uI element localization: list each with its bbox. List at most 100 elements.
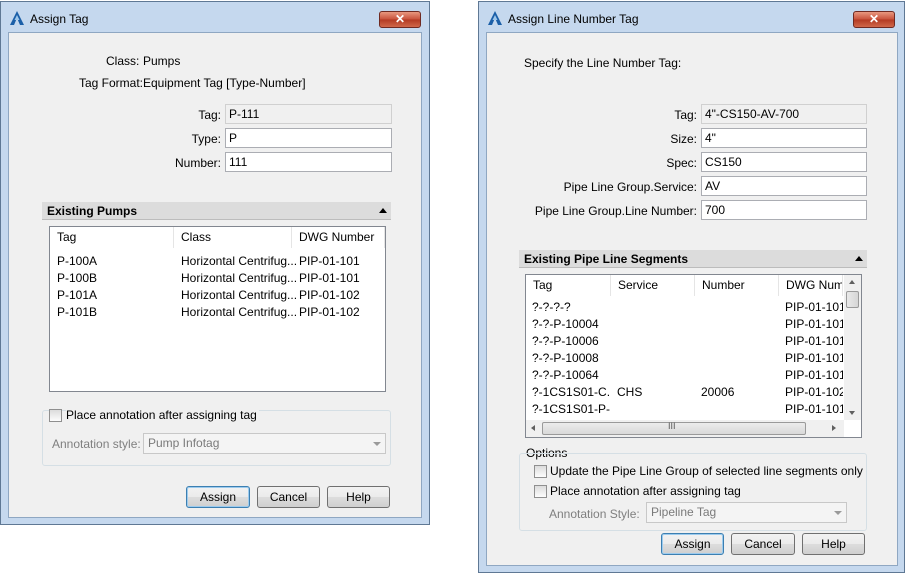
pumps-list[interactable]: Tag Class DWG Number P-100A Horizontal C…	[49, 226, 386, 392]
cell-tag: ?-1CS1S01-C...	[532, 385, 610, 399]
column-header-number[interactable]: Number	[695, 275, 779, 296]
collapse-caret-icon[interactable]	[379, 208, 387, 213]
cell-tag: ?-?-P-10004	[532, 317, 599, 331]
column-header-dwg-number[interactable]: DWG Numb	[779, 275, 843, 296]
place-annotation-checkbox[interactable]	[49, 409, 62, 422]
tag-field: P-111	[225, 104, 392, 124]
update-pipe-line-group-checkbox[interactable]	[534, 465, 547, 478]
cell-class: Horizontal Centrifug...	[181, 305, 298, 319]
existing-segments-header[interactable]: Existing Pipe Line Segments	[519, 250, 867, 268]
update-pipe-line-group-label[interactable]: Update the Pipe Line Group of selected l…	[550, 464, 863, 478]
cell-dwg-number: PIP-01-101	[299, 271, 360, 285]
collapse-caret-icon[interactable]	[855, 256, 863, 261]
cell-dwg-number: PIP-01-101	[785, 368, 843, 382]
scroll-thumb[interactable]	[846, 291, 859, 308]
annotation-style-combo: Pump Infotag	[143, 433, 386, 454]
cell-tag: ?-1CS1S01-P-...	[532, 402, 610, 416]
section-title: Existing Pumps	[47, 204, 138, 218]
spec-field[interactable]: CS150	[701, 152, 867, 172]
existing-pumps-header[interactable]: Existing Pumps	[42, 202, 391, 220]
size-field[interactable]: 4"	[701, 128, 867, 148]
cancel-button[interactable]: Cancel	[257, 486, 320, 508]
help-button[interactable]: Help	[802, 533, 865, 555]
cell-dwg-number: PIP-01-101	[785, 334, 843, 348]
dialog-title: Assign Tag	[30, 12, 89, 26]
section-title: Existing Pipe Line Segments	[524, 252, 689, 266]
horizontal-scrollbar[interactable]: III	[526, 420, 844, 437]
place-annotation-label[interactable]: Place annotation after assigning tag	[66, 408, 259, 422]
assign-label: Assign	[199, 490, 237, 504]
assign-button[interactable]: Assign	[661, 533, 724, 555]
close-icon: ✕	[868, 12, 880, 26]
type-label: Type:	[191, 132, 221, 146]
cell-tag: P-100B	[57, 271, 98, 285]
cancel-label: Cancel	[269, 490, 308, 504]
cell-dwg-number: PIP-01-102	[299, 305, 360, 319]
help-label: Help	[346, 490, 371, 504]
number-label: Number:	[174, 156, 221, 170]
spec-label: Spec:	[666, 156, 697, 170]
close-icon: ✕	[394, 12, 406, 26]
class-label: Class:	[106, 54, 140, 68]
close-button[interactable]: ✕	[853, 11, 895, 28]
annotation-style-label: Annotation Style:	[549, 507, 640, 521]
dialog-title: Assign Line Number Tag	[508, 12, 639, 26]
cell-service: CHS	[617, 385, 643, 399]
column-header-dwg-number[interactable]: DWG Number	[292, 227, 385, 248]
cell-tag: ?-?-?-?	[532, 300, 571, 314]
close-button[interactable]: ✕	[379, 11, 421, 28]
annotation-style-combo: Pipeline Tag	[646, 502, 847, 523]
chevron-down-icon	[834, 511, 842, 515]
place-annotation-label[interactable]: Place annotation after assigning tag	[550, 484, 741, 498]
cell-dwg-number: PIP-01-102	[299, 288, 360, 302]
class-value: Pumps	[143, 54, 181, 68]
title-bar[interactable]: Assign Line Number Tag ✕	[479, 2, 904, 32]
cell-dwg-number: PIP-01-101	[785, 317, 843, 331]
line-number-field[interactable]: 700	[701, 200, 867, 220]
assign-button[interactable]: Assign	[186, 486, 250, 508]
column-header-tag[interactable]: Tag	[526, 275, 611, 296]
vertical-scrollbar[interactable]	[844, 275, 861, 420]
cell-tag: ?-?-P-10008	[532, 351, 599, 365]
scroll-up-arrow-icon[interactable]	[849, 280, 855, 284]
number-field[interactable]: 111	[225, 152, 392, 172]
segments-list[interactable]: Tag Service Number DWG Numb ?-?-?-? PIP-…	[525, 274, 862, 438]
type-field[interactable]: P	[225, 128, 392, 148]
cell-class: Horizontal Centrifug...	[181, 288, 298, 302]
service-field[interactable]: AV	[701, 176, 867, 196]
column-header-service[interactable]: Service	[611, 275, 695, 296]
title-bar[interactable]: Assign Tag ✕	[1, 2, 429, 32]
autocad-app-icon	[488, 11, 502, 25]
scroll-right-arrow-icon[interactable]	[832, 425, 836, 431]
dialog-client: Specify the Line Number Tag: Tag: 4"-CS1…	[486, 32, 898, 566]
line-number-label: Pipe Line Group.Line Number:	[534, 204, 697, 218]
cell-tag: P-101A	[57, 288, 98, 302]
assign-line-number-tag-dialog: Assign Line Number Tag ✕ Specify the Lin…	[478, 1, 905, 573]
help-label: Help	[821, 537, 846, 551]
cell-dwg-number: PIP-01-101	[785, 300, 843, 314]
chevron-down-icon	[373, 442, 381, 446]
cancel-button[interactable]: Cancel	[731, 533, 795, 555]
cell-dwg-number: PIP-01-102	[785, 385, 843, 399]
prompt-text: Specify the Line Number Tag:	[524, 56, 682, 70]
cancel-label: Cancel	[744, 537, 782, 551]
tag-label: Tag:	[674, 108, 697, 122]
dialog-client: Class: Pumps Tag Format: Equipment Tag […	[8, 32, 422, 518]
cell-dwg-number: PIP-01-101	[785, 351, 843, 365]
column-header-tag[interactable]: Tag	[50, 227, 174, 248]
service-label: Pipe Line Group.Service:	[563, 180, 697, 194]
annotation-style-label: Annotation style:	[52, 437, 141, 451]
cell-dwg-number: PIP-01-101	[785, 402, 843, 416]
assign-label: Assign	[674, 537, 711, 551]
place-annotation-checkbox[interactable]	[534, 485, 547, 498]
combo-value: Pump Infotag	[148, 436, 220, 450]
cell-number: 20006	[701, 385, 735, 399]
help-button[interactable]: Help	[327, 486, 390, 508]
tag-format-value: Equipment Tag [Type-Number]	[143, 76, 306, 90]
cell-tag: P-101B	[57, 305, 98, 319]
hscroll-grip-icon: III	[668, 421, 676, 431]
column-header-class[interactable]: Class	[174, 227, 292, 248]
scroll-left-arrow-icon[interactable]	[531, 425, 535, 431]
scroll-down-arrow-icon[interactable]	[849, 411, 855, 415]
tag-field: 4"-CS150-AV-700	[701, 104, 867, 124]
